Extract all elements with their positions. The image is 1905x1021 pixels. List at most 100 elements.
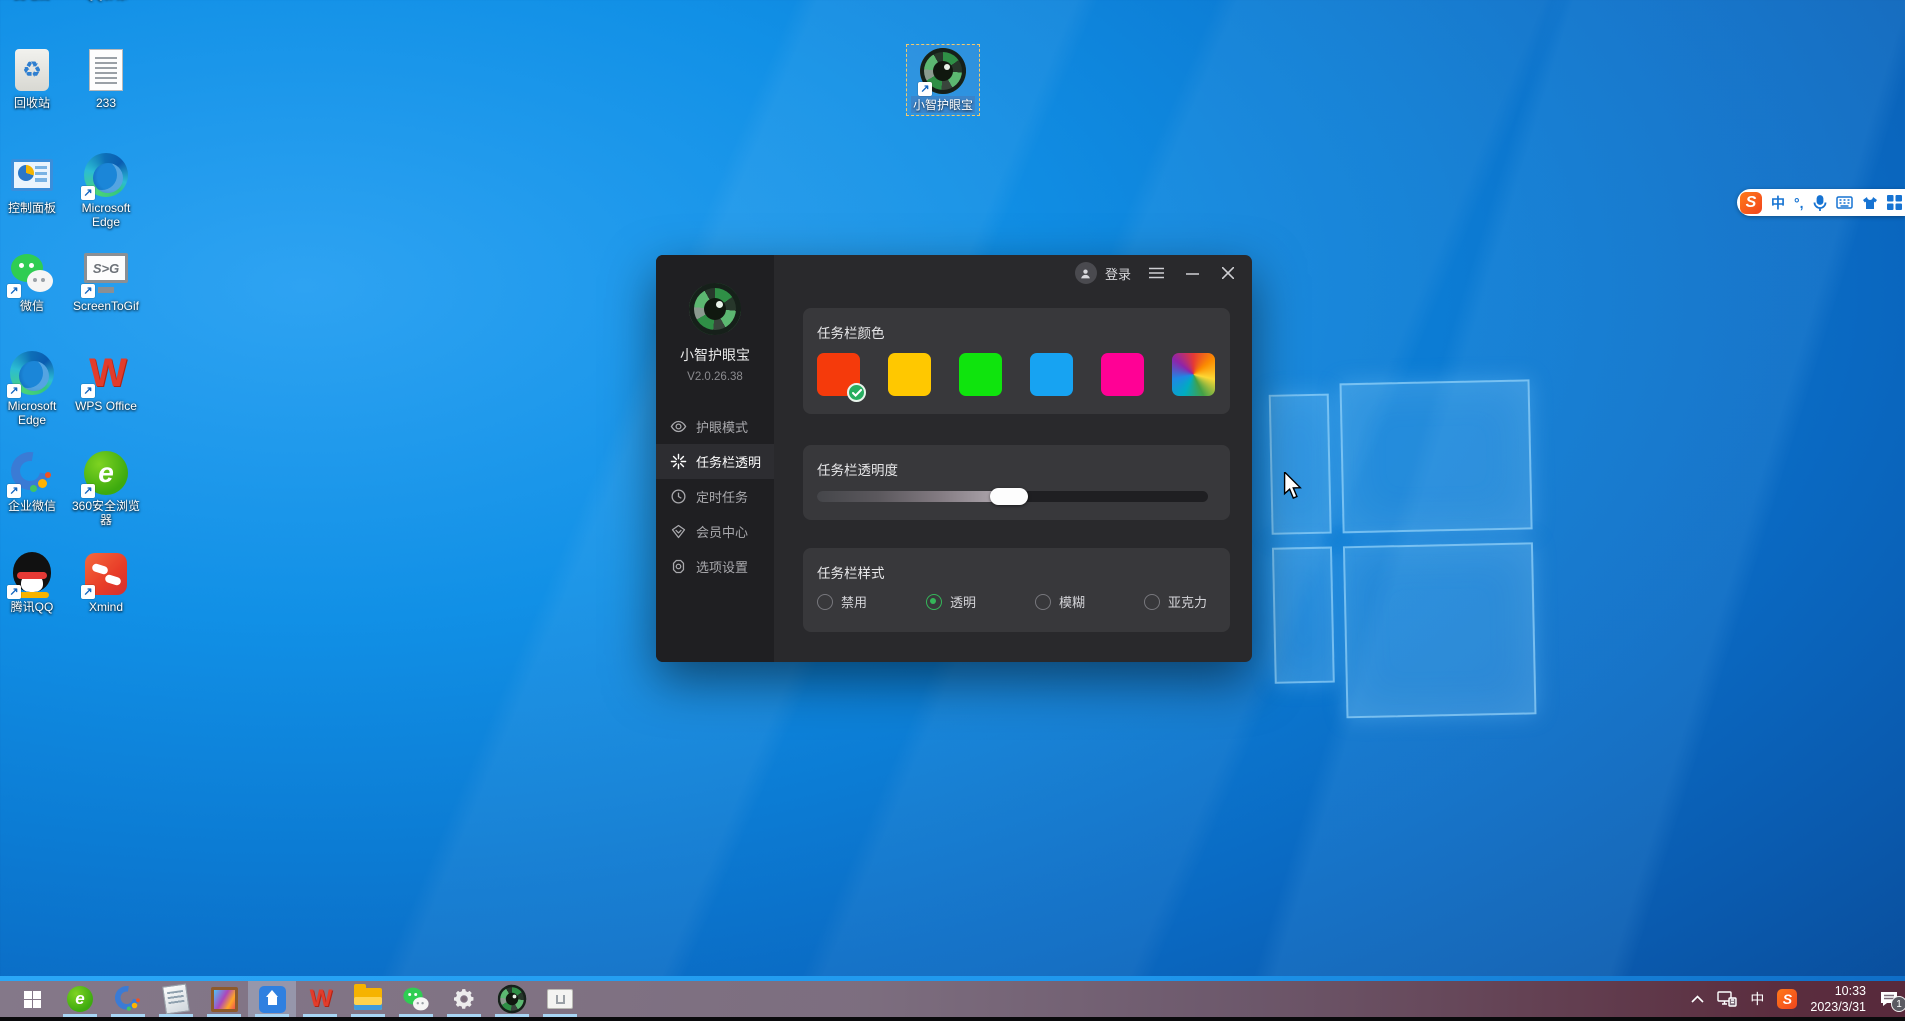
icon-label: 企业微信 [8,499,56,513]
taskbar-notepad[interactable] [152,981,200,1017]
logo-pane-top-right [1340,379,1533,533]
desktop-icon-control-panel[interactable]: 控制面板 [0,152,68,215]
system-tray: 中 S 10:33 2023/3/31 1 [1691,981,1899,1017]
logo-pane-bottom-right [1343,542,1537,718]
color-swatch-yellow[interactable] [888,353,931,396]
app-main-panel: 登录 任务栏颜色 [774,255,1252,662]
ime-mic-icon[interactable] [1813,195,1827,211]
shortcut-arrow-icon: ↗ [81,284,95,298]
user-avatar[interactable] [1075,262,1097,284]
close-button[interactable] [1217,262,1239,284]
color-swatch-green[interactable] [959,353,1002,396]
opacity-slider-thumb[interactable] [990,488,1028,505]
icon-label: WPS Office [75,399,137,413]
color-swatch-blue[interactable] [1030,353,1073,396]
sidebar-item-member-center[interactable]: 会员中心 [656,514,774,549]
icon-label: 360安全浏览器 [70,499,142,528]
icon-label: Microsoft Edge [0,399,68,428]
section-title: 任务栏颜色 [817,322,1216,342]
taskbar-wps[interactable]: W [296,981,344,1017]
desktop-icon-tencent-qq[interactable]: ↗ 腾讯QQ [0,551,68,614]
start-button[interactable] [8,981,56,1017]
taskbar-installer-window[interactable] [536,981,584,1017]
sogou-logo-icon[interactable]: S [1740,192,1762,214]
taskbar-eyecare-app[interactable] [488,981,536,1017]
opacity-slider-track[interactable] [817,491,1208,502]
ime-language-mode[interactable]: 中 [1771,193,1785,213]
radio-label: 亚克力 [1168,592,1207,611]
color-swatch-magenta[interactable] [1101,353,1144,396]
radio-disable[interactable]: 禁用 [817,592,867,611]
tray-network[interactable] [1717,991,1737,1007]
shortcut-arrow-icon: ↗ [7,484,21,498]
recycle-bin-icon: ♻ [15,49,49,91]
desktop-icon-eyecare-shortcut[interactable]: ↗ 小智护眼宝 [906,44,980,116]
tray-sogou-icon[interactable]: S [1777,989,1797,1009]
sidebar-item-label: 选项设置 [696,557,748,576]
screen-bottom-edge [0,1017,1905,1021]
radio-acrylic[interactable]: 亚克力 [1144,592,1207,611]
eyecare-app-window: 小智护眼宝 V2.0.26.38 护眼模式 任务栏透明 定时任务 会员中心 选项… [656,255,1252,662]
sidebar-item-eye-mode[interactable]: 护眼模式 [656,409,774,444]
radio-label: 禁用 [841,592,867,611]
desktop-icon-screentogif[interactable]: S>G ↗ ScreenToGif [70,250,142,313]
tray-clock[interactable]: 10:33 2023/3/31 [1810,983,1866,1016]
ime-toolbox-icon[interactable] [1887,195,1902,210]
radio-label: 模糊 [1059,592,1085,611]
menu-button[interactable] [1145,262,1167,284]
text-document-icon [89,49,123,91]
logo-pane-top-left [1269,394,1332,535]
desktop-icon-edge-1[interactable]: ↗ Microsoft Edge [70,152,142,230]
sidebar-item-label: 护眼模式 [696,417,748,436]
sidebar-item-label: 会员中心 [696,522,748,541]
sidebar-item-options[interactable]: 选项设置 [656,549,774,584]
taskbar-settings[interactable] [440,981,488,1017]
taskbar-file-explorer[interactable] [344,981,392,1017]
close-icon [1222,267,1234,279]
notification-center-button[interactable]: 1 [1879,990,1899,1008]
taskbar-wechat[interactable] [392,981,440,1017]
wps-icon: W [310,985,331,1013]
eyecare-aperture-icon [498,985,527,1014]
sparkle-icon [670,453,687,470]
taskbar-app-buttons: e W [8,981,584,1017]
desktop-icon-wechat[interactable]: ↗ 微信 [0,250,68,313]
color-swatch-rainbow[interactable] [1172,353,1215,396]
radio-transparent[interactable]: 透明 [926,592,976,611]
color-swatch-red[interactable] [817,353,860,396]
radio-blur[interactable]: 模糊 [1035,592,1085,611]
login-button[interactable]: 登录 [1105,264,1131,283]
ime-skin-icon[interactable] [1862,196,1878,210]
tray-expand-button[interactable] [1691,995,1704,1003]
minimize-button[interactable] [1181,262,1203,284]
desktop-icon-xmind[interactable]: ↗ Xmind [70,551,142,614]
small-window-icon [547,989,573,1009]
person-icon [1079,267,1092,280]
control-panel-icon [11,159,53,191]
desktop-icon-edge-2[interactable]: ↗ Microsoft Edge [0,350,68,428]
desktop-icon-233-document[interactable]: 233 [70,47,142,110]
desktop-icon-360-browser[interactable]: e ↗ 360安全浏览器 [70,450,142,528]
desktop-icon-wecom[interactable]: ↗ 企业微信 [0,450,68,513]
desktop-icon-wps-office[interactable]: W ↗ WPS Office [70,350,142,413]
shortcut-arrow-icon: ↗ [7,384,21,398]
taskbar-photo-viewer[interactable] [200,981,248,1017]
clock-icon [670,488,687,505]
tray-input-indicator[interactable]: 中 [1750,989,1764,1009]
taskbar-wecom[interactable] [104,981,152,1017]
desktop-icon-this-pc[interactable]: 此电脑 [0,0,68,1]
taskbar-active-app[interactable] [248,981,296,1017]
taskbar-360-browser[interactable]: e [56,981,104,1017]
icon-label: 小智护眼宝 [911,96,975,113]
window-titlebar: 登录 [1075,262,1239,284]
icon-label: 此电脑 [14,0,50,1]
ime-keyboard-icon[interactable] [1836,196,1853,209]
desktop-icon-recycle-bin[interactable]: ♻ 回收站 [0,47,68,110]
ime-punctuation-toggle[interactable]: °, [1794,195,1804,211]
app-version: V2.0.26.38 [656,371,774,383]
icon-label: 微信 [20,299,44,313]
sidebar-item-taskbar-transparency[interactable]: 任务栏透明 [656,444,774,479]
desktop-icon-qq-impression[interactable]: QQ影像 [70,0,142,1]
sidebar-item-scheduled-tasks[interactable]: 定时任务 [656,479,774,514]
selected-check-icon [847,383,866,402]
